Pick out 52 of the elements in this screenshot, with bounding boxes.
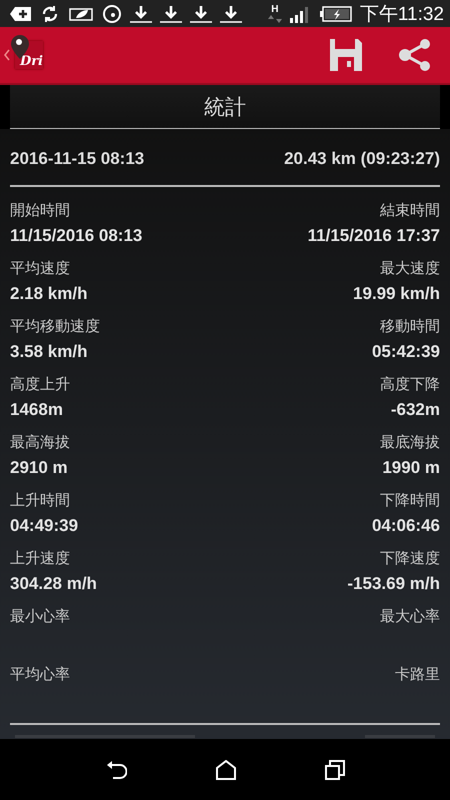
track-distance: 20.43 km (09:23:27) <box>284 149 440 170</box>
download-icon <box>160 4 182 24</box>
stat-label: 下降速度 <box>380 549 440 568</box>
stat-label: 上升時間 <box>10 491 71 510</box>
back-icon[interactable] <box>104 760 127 780</box>
share-icon[interactable] <box>398 39 432 72</box>
stat-value: 11/15/2016 17:37 <box>308 226 440 246</box>
plus-tag-icon <box>10 6 32 22</box>
circle-dot-icon <box>102 4 122 24</box>
clock: 下午11:32 <box>360 2 444 27</box>
network-indicator: H <box>268 4 282 23</box>
stat-label: 移動時間 <box>380 317 440 336</box>
stat-label: 最大速度 <box>380 259 440 278</box>
download-icon <box>190 4 212 24</box>
download-icon <box>220 4 242 24</box>
stat-value: 11/15/2016 08:13 <box>10 226 142 246</box>
home-icon[interactable] <box>216 760 236 780</box>
recent-apps-icon[interactable] <box>325 760 346 780</box>
stat-value: 2.18 km/h <box>10 284 88 304</box>
save-icon[interactable] <box>330 39 362 72</box>
stat-label: 結束時間 <box>380 201 440 220</box>
download-icon <box>130 4 152 24</box>
stat-label: 最大心率 <box>380 607 440 626</box>
back-chevron-icon[interactable] <box>4 49 10 62</box>
stat-value: 04:06:46 <box>372 516 440 536</box>
stat-value: -632m <box>390 400 440 420</box>
stat-label: 卡路里 <box>395 665 440 684</box>
stat-value: 2910 m <box>10 458 69 478</box>
stat-label: 最小心率 <box>10 607 70 626</box>
stat-value: 304.28 m/h <box>10 574 97 594</box>
stat-value: 1990 m <box>382 458 440 478</box>
stat-value: 05:42:39 <box>372 342 440 362</box>
stat-label: 開始時間 <box>10 201 71 220</box>
stat-label: 最高海拔 <box>10 433 70 452</box>
stat-label: 平均速度 <box>10 259 71 278</box>
stat-label: 最底海拔 <box>380 433 440 452</box>
stat-label: 高度上升 <box>10 375 70 394</box>
battery-charging-icon <box>320 6 352 22</box>
sync-icon <box>40 4 60 24</box>
stat-label: 上升速度 <box>10 549 71 568</box>
stat-value: -153.69 m/h <box>347 574 440 594</box>
stat-label: 下降時間 <box>380 491 440 510</box>
stat-value: 19.99 km/h <box>353 284 440 304</box>
stat-label: 高度下降 <box>380 375 440 394</box>
leaf-battery-icon <box>68 6 94 22</box>
stat-value: 04:49:39 <box>10 516 78 536</box>
stat-label: 平均移動速度 <box>10 317 100 336</box>
track-date: 2016-11-15 08:13 <box>10 149 144 170</box>
stat-label: 平均心率 <box>10 665 70 684</box>
stat-value: 3.58 km/h <box>10 342 88 362</box>
section-title: 統計 <box>204 94 246 121</box>
stat-value: 1468m <box>10 400 64 420</box>
